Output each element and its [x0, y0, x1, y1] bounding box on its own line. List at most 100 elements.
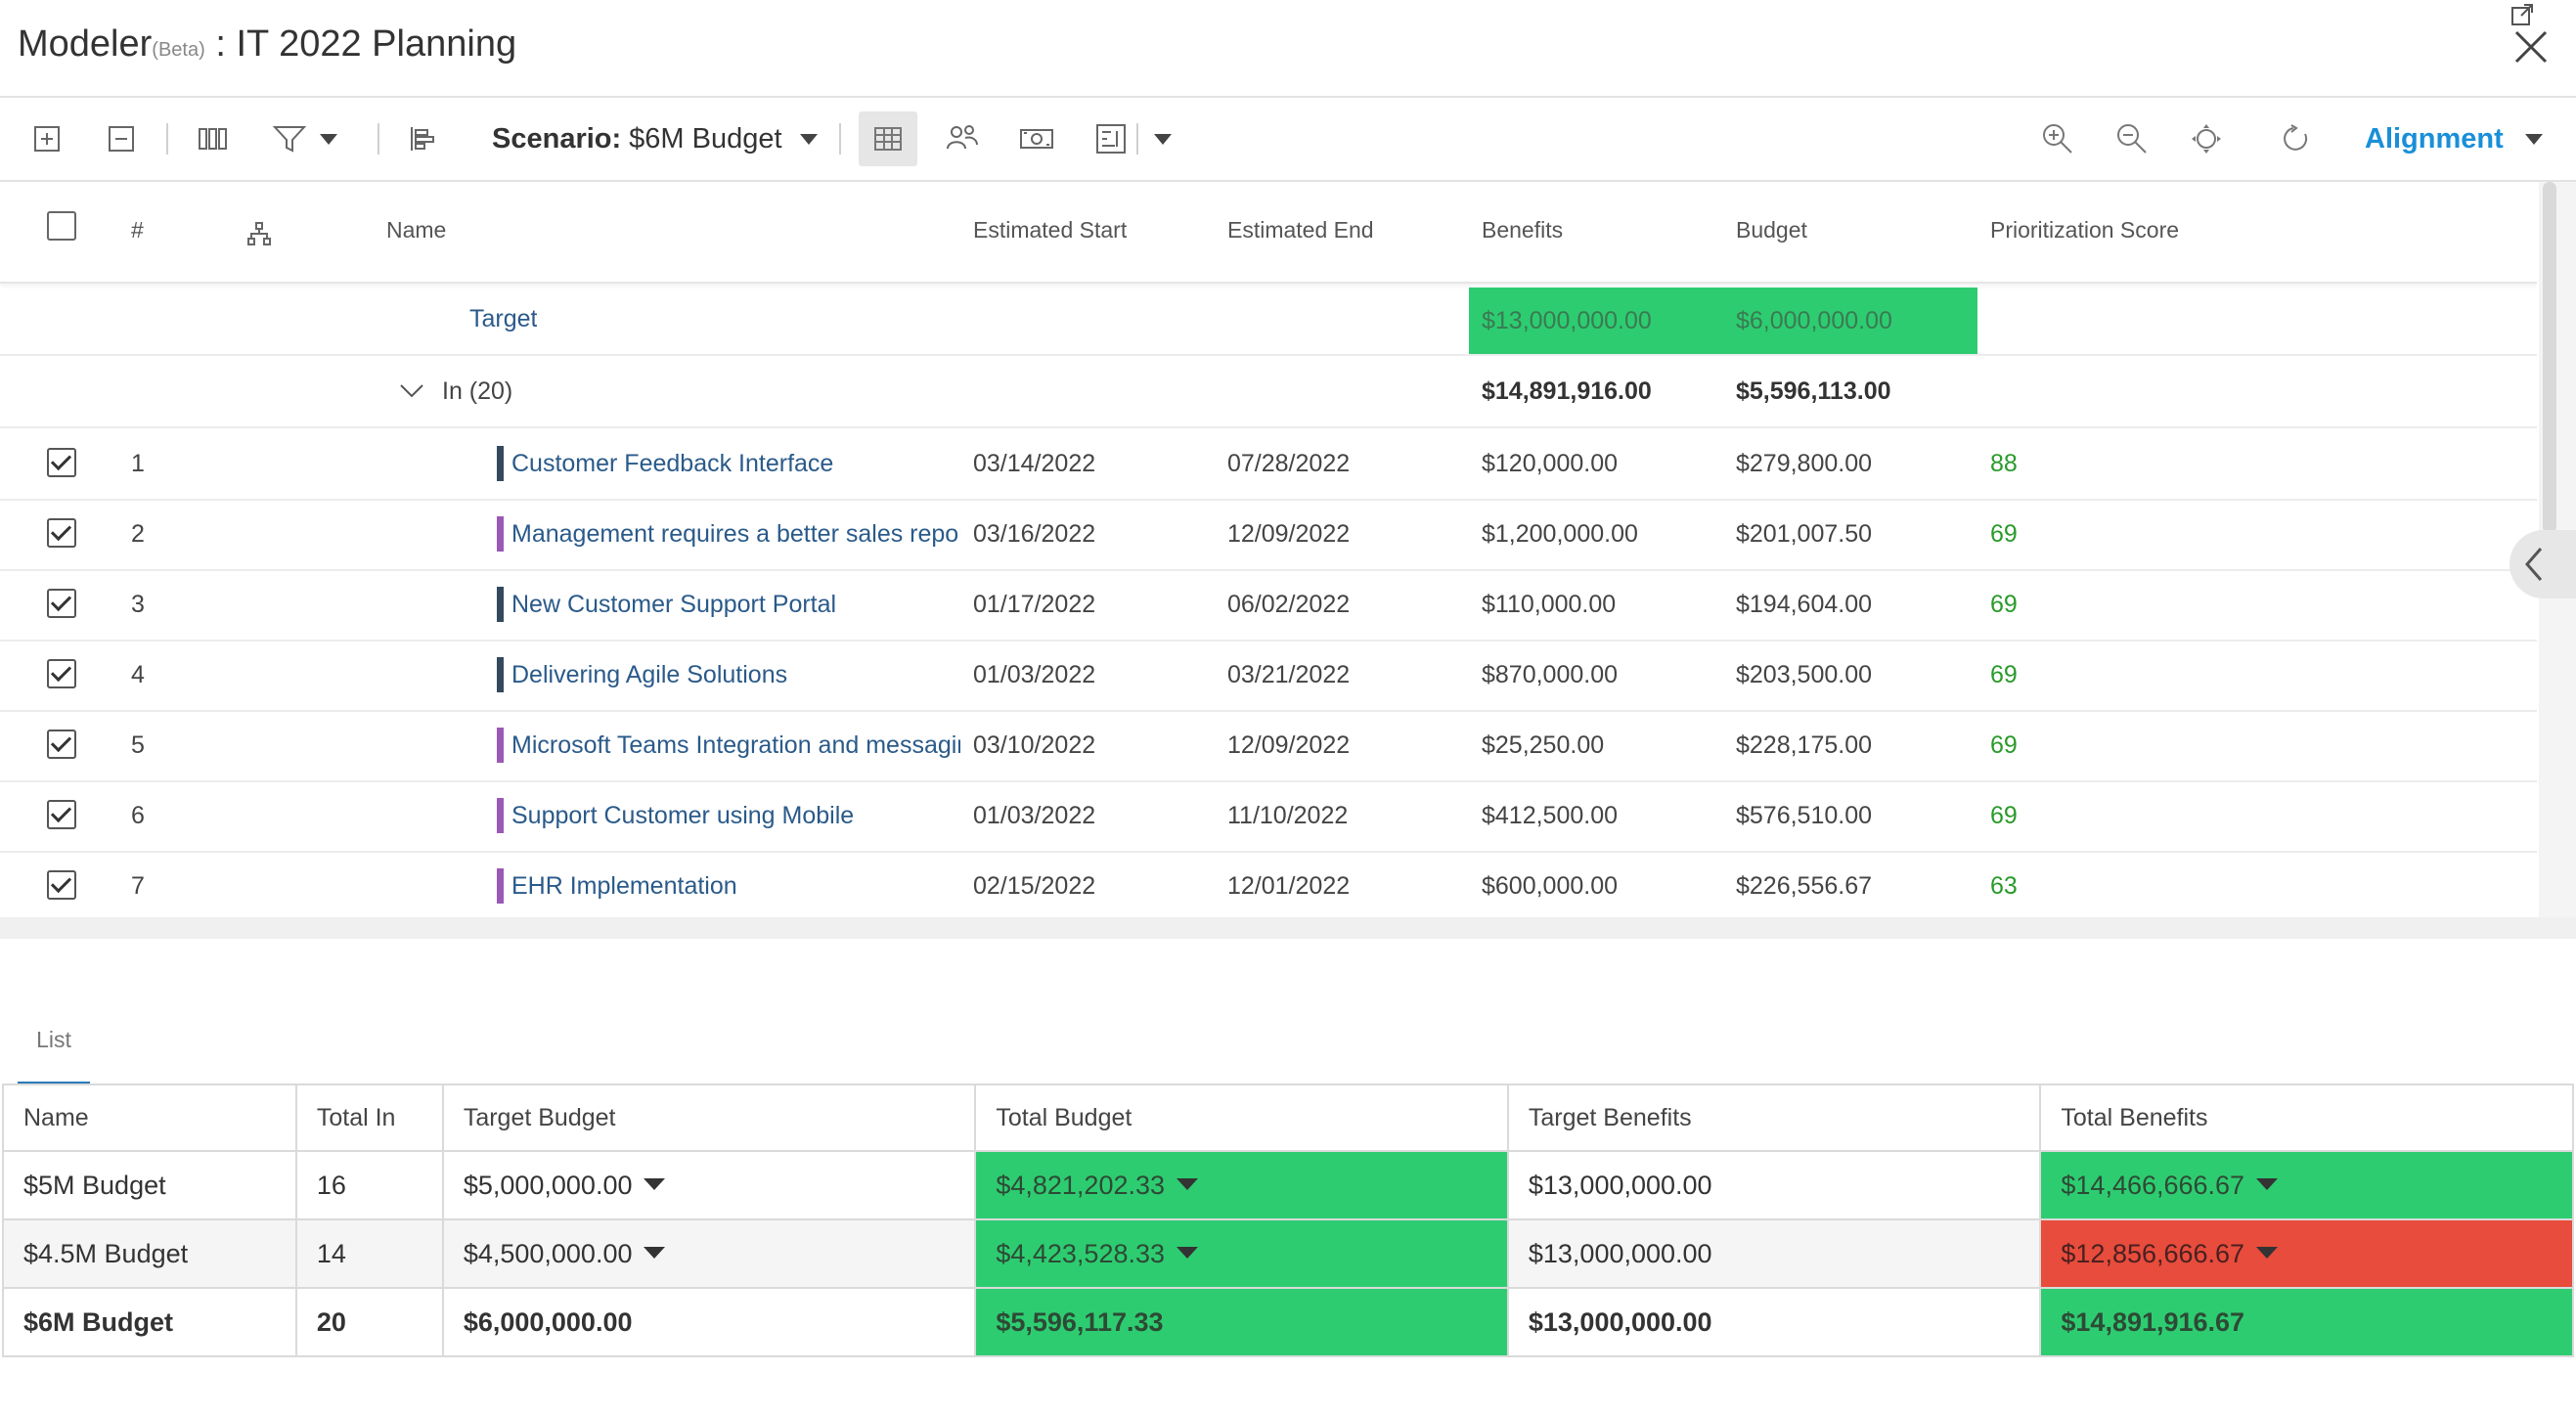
table-row[interactable]: 5 Microsoft Teams Integration and messagi… — [0, 710, 2537, 782]
name-cell: EHR Implementation — [497, 851, 960, 917]
estimated-end-cell: 12/01/2022 — [1227, 871, 1351, 900]
alignment-dropdown[interactable]: Alignment — [2365, 119, 2543, 158]
total-in-cell-value: 20 — [316, 1306, 346, 1337]
table-row[interactable]: 7 EHR Implementation 02/15/2022 12/01/2022 $… — [0, 851, 2537, 917]
target-budget-cell[interactable]: $5,000,000.00 — [441, 1150, 977, 1220]
chevron-down-icon[interactable] — [1177, 1177, 1199, 1190]
chevron-down-icon[interactable] — [2256, 1177, 2279, 1190]
scenario-name-cell-value: $6M Budget — [23, 1306, 174, 1337]
total-in-cell: 14 — [294, 1218, 444, 1289]
align-left-icon[interactable] — [403, 117, 442, 160]
column-header-total-in[interactable]: Total In — [294, 1084, 444, 1152]
tab-list-label: List — [36, 1027, 71, 1052]
column-header-name[interactable]: Name — [2, 1084, 297, 1152]
tab-list[interactable]: List — [18, 1027, 90, 1085]
chevron-down-icon[interactable] — [644, 1177, 666, 1190]
total-benefits-cell[interactable]: $12,856,666.67 — [2039, 1218, 2574, 1289]
scenario-name-cell: $5M Budget — [2, 1150, 297, 1220]
filter-icon[interactable] — [266, 117, 344, 160]
chevron-down-icon[interactable] — [1177, 1246, 1199, 1259]
estimated-end-cell: 06/02/2022 — [1227, 590, 1351, 618]
table-row[interactable]: 2 Management requires a better sales repo… — [0, 499, 2537, 571]
prioritization-score-cell: 69 — [1990, 660, 2018, 688]
target-benefits-cell: $13,000,000.00 — [1506, 1218, 2042, 1289]
total-benefits-cell-value: $14,891,916.67 — [2061, 1306, 2245, 1337]
budget-cell: $576,510.00 — [1736, 801, 1873, 829]
fit-to-screen-icon[interactable] — [2185, 117, 2228, 160]
initiative-name-link[interactable]: New Customer Support Portal — [511, 591, 836, 619]
initiative-name-link[interactable]: EHR Implementation — [511, 872, 737, 901]
grid-view-icon[interactable] — [859, 111, 917, 166]
target-budget-cell-value: $6,000,000.00 — [463, 1306, 633, 1337]
chevron-down-icon[interactable] — [644, 1246, 666, 1259]
total-benefits-cell[interactable]: $14,466,666.67 — [2039, 1150, 2574, 1220]
columns-icon[interactable] — [194, 117, 233, 160]
total-budget-cell[interactable]: $4,423,528.33 — [974, 1218, 1509, 1289]
scenario-label: Scenario: — [492, 122, 622, 155]
column-header-target-benefits[interactable]: Target Benefits — [1506, 1084, 2042, 1152]
summary-row[interactable]: $4.5M Budget 14 $4,500,000.00 $4,423,528.33… — [2, 1218, 2574, 1289]
zoom-in-icon[interactable] — [2036, 117, 2079, 160]
total-budget-cell[interactable]: $4,821,202.33 — [974, 1150, 1509, 1220]
column-header-target-budget[interactable]: Target Budget — [441, 1084, 977, 1152]
column-header-total-benefits[interactable]: Total Benefits — [2039, 1084, 2574, 1152]
row-checkbox[interactable] — [47, 448, 76, 477]
refresh-icon[interactable] — [2275, 117, 2318, 160]
group-row[interactable]: In (20) $14,891,916.00 $5,596,113.00 — [0, 356, 2537, 428]
collapse-all-icon[interactable] — [102, 117, 141, 160]
scenario-selector[interactable]: Scenario: $6M Budget — [492, 119, 818, 158]
total-budget-cell-value: $5,596,117.33 — [996, 1306, 1164, 1337]
select-all-checkbox[interactable] — [47, 211, 76, 241]
initiative-name-link[interactable]: Customer Feedback Interface — [511, 450, 833, 478]
row-checkbox[interactable] — [47, 730, 76, 759]
hierarchy-icon[interactable] — [246, 221, 272, 252]
summary-row[interactable]: $6M Budget 20 $6,000,000.00 $5,596,117.33 $1… — [2, 1287, 2574, 1357]
chevron-down-icon[interactable] — [320, 133, 337, 145]
scenario-name-cell: $4.5M Budget — [2, 1218, 297, 1289]
category-color-bar — [497, 728, 504, 763]
initiative-name-link[interactable]: Support Customer using Mobile — [511, 802, 854, 830]
resources-icon[interactable] — [941, 117, 984, 160]
target-label: Target — [469, 304, 538, 332]
column-header-budget[interactable]: Budget — [1736, 217, 1807, 243]
column-header-benefits[interactable]: Benefits — [1482, 217, 1563, 243]
benefits-cell: $110,000.00 — [1482, 590, 1617, 618]
prioritization-score-cell: 69 — [1990, 519, 2018, 548]
target-benefits-cell: $13,000,000.00 — [1506, 1150, 2042, 1220]
side-panel-toggle[interactable] — [2509, 530, 2576, 598]
initiative-name-link[interactable]: Microsoft Teams Integration and messagin… — [511, 731, 960, 760]
row-checkbox[interactable] — [47, 518, 76, 548]
row-number: 3 — [131, 590, 145, 618]
expand-all-icon[interactable] — [27, 117, 67, 160]
table-row[interactable]: 3 New Customer Support Portal 01/17/2022 06… — [0, 569, 2537, 642]
money-icon[interactable] — [1015, 117, 1058, 160]
row-checkbox[interactable] — [47, 870, 76, 900]
column-header-name[interactable]: Name — [386, 217, 446, 243]
column-header-estimated-start[interactable]: Estimated Start — [973, 217, 1127, 243]
more-views-dropdown[interactable] — [1146, 117, 1179, 160]
panel-divider[interactable] — [0, 917, 2576, 939]
row-checkbox[interactable] — [47, 589, 76, 618]
column-header-total-budget[interactable]: Total Budget — [974, 1084, 1509, 1152]
chevron-down-icon[interactable] — [399, 356, 424, 426]
initiative-name-link[interactable]: Delivering Agile Solutions — [511, 661, 787, 689]
target-budget: $6,000,000.00 — [1723, 288, 1977, 354]
table-row[interactable]: 6 Support Customer using Mobile 01/03/2022… — [0, 780, 2537, 853]
row-checkbox[interactable] — [47, 800, 76, 829]
zoom-out-icon[interactable] — [2110, 117, 2154, 160]
summary-row[interactable]: $5M Budget 16 $5,000,000.00 $4,821,202.33 $1… — [2, 1150, 2574, 1220]
chevron-down-icon[interactable] — [2256, 1246, 2279, 1259]
close-icon[interactable] — [2511, 27, 2551, 66]
table-row[interactable]: 1 Customer Feedback Interface 03/14/2022 07… — [0, 428, 2537, 501]
column-header-estimated-end[interactable]: Estimated End — [1227, 217, 1374, 243]
initiative-name-link[interactable]: Management requires a better sales repor… — [511, 520, 960, 549]
column-header-number[interactable]: # — [131, 217, 144, 243]
category-color-bar — [497, 657, 504, 692]
category-color-bar — [497, 516, 504, 552]
row-checkbox[interactable] — [47, 659, 76, 688]
column-header-prioritization-score[interactable]: Prioritization Score — [1990, 217, 2179, 243]
chart-view-icon[interactable] — [1089, 117, 1133, 160]
table-row[interactable]: 4 Delivering Agile Solutions 01/03/2022 03/… — [0, 640, 2537, 712]
scrollbar-thumb[interactable] — [2543, 182, 2556, 534]
target-budget-cell[interactable]: $4,500,000.00 — [441, 1218, 977, 1289]
